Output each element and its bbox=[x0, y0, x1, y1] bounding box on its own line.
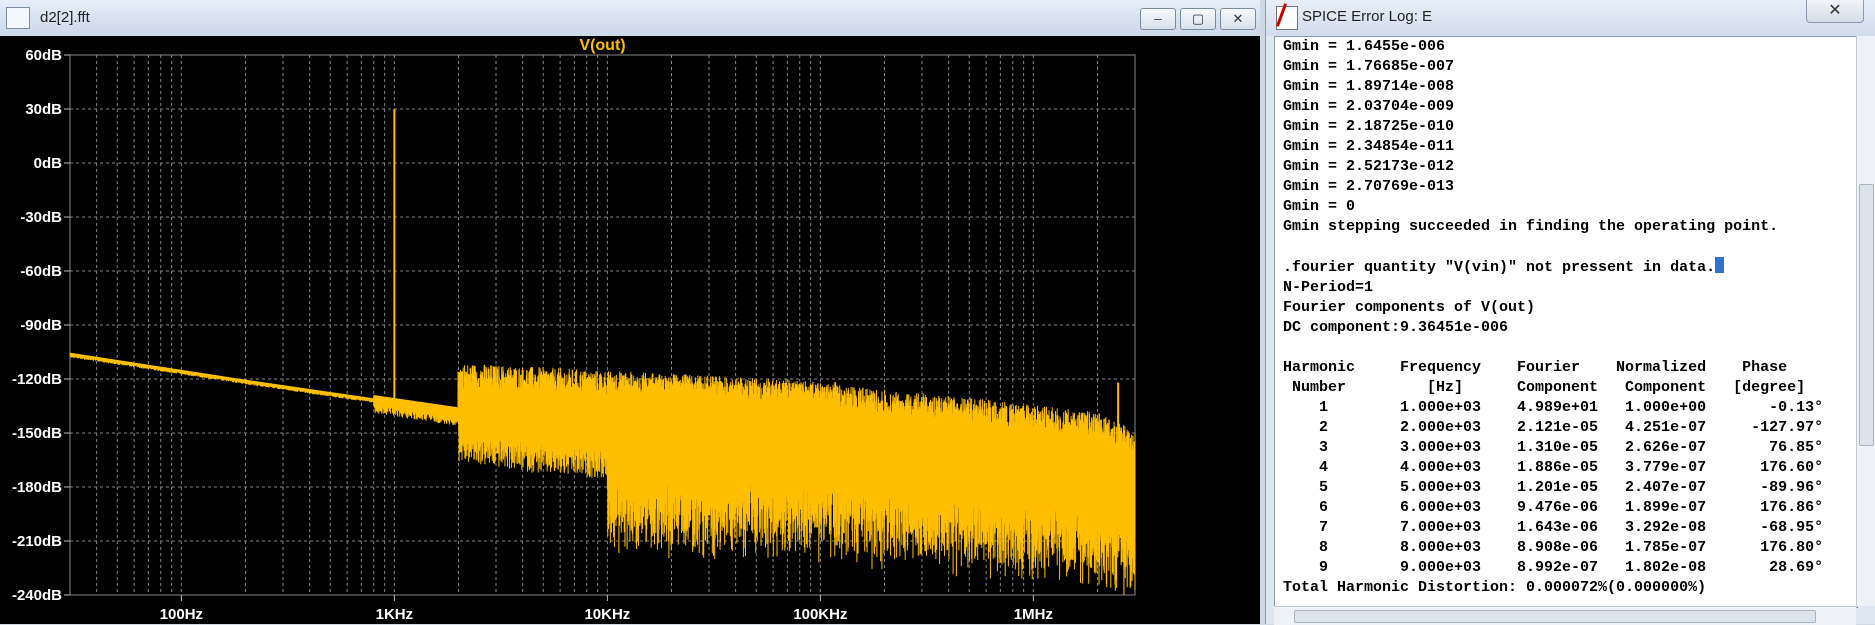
log-line: Fourier components of V(out) bbox=[1283, 299, 1536, 316]
y-tick-label: 0dB bbox=[34, 155, 63, 172]
close-button[interactable]: ✕ bbox=[1220, 8, 1256, 30]
chart-title: V(out) bbox=[579, 37, 625, 54]
log-line: 4 4.000e+03 1.886e-05 3.779e-07 176.60° bbox=[1283, 459, 1824, 476]
restore-button[interactable]: ▢ bbox=[1180, 8, 1216, 30]
log-line: Gmin = 1.76685e-007 bbox=[1283, 58, 1455, 75]
log-line: Gmin = 2.34854e-011 bbox=[1283, 138, 1455, 155]
log-text: Gmin = 1.6455e-006 Gmin = 1.76685e-007 Gmi… bbox=[1283, 37, 1823, 598]
y-tick-label: -90dB bbox=[20, 317, 62, 334]
log-text-area[interactable]: Gmin = 1.6455e-006 Gmin = 1.76685e-007 Gmi… bbox=[1274, 36, 1858, 608]
log-line: 5 5.000e+03 1.201e-05 2.407e-07 -89.96° bbox=[1283, 479, 1824, 496]
log-line: 6 6.000e+03 9.476e-06 1.899e-07 176.86° bbox=[1283, 499, 1824, 516]
log-line: N-Period=1 bbox=[1283, 279, 1374, 296]
y-tick-label: -150dB bbox=[12, 425, 62, 442]
fft-titlebar[interactable]: d2[2].fft – ▢ ✕ bbox=[0, 0, 1260, 37]
y-tick-label: -240dB bbox=[12, 587, 62, 604]
y-tick-label: -60dB bbox=[20, 263, 62, 280]
y-tick-label: -210dB bbox=[12, 533, 62, 550]
series-v-out bbox=[69, 352, 1136, 596]
log-titlebar[interactable]: SPICE Error Log: E ✕ bbox=[1266, 0, 1875, 36]
x-tick-label: 10KHz bbox=[584, 606, 630, 623]
log-line: Gmin = 1.89714e-008 bbox=[1283, 78, 1455, 95]
log-line: 1 1.000e+03 4.989e+01 1.000e+00 -0.13° bbox=[1283, 399, 1824, 416]
log-line: Gmin = 1.6455e-006 bbox=[1283, 38, 1446, 55]
vertical-scroll-thumb[interactable] bbox=[1859, 184, 1874, 446]
vertical-scrollbar[interactable] bbox=[1856, 36, 1875, 606]
spice-error-log-window: SPICE Error Log: E ✕ Gmin = 1.6455e-006 G… bbox=[1265, 0, 1875, 625]
y-tick-label: -180dB bbox=[12, 479, 62, 496]
log-line: 2 2.000e+03 2.121e-05 4.251e-07 -127.97° bbox=[1283, 419, 1824, 436]
log-app-icon bbox=[1276, 6, 1298, 30]
text-cursor bbox=[1715, 257, 1725, 273]
log-line: DC component:9.36451e-006 bbox=[1283, 319, 1509, 336]
log-line: .fourier quantity "V(vin)" not pressent … bbox=[1283, 257, 1823, 278]
fft-window: d2[2].fft – ▢ ✕ 60dB 30dB 0dB -30dB -60dB -90… bbox=[0, 0, 1260, 624]
x-tick-label: 100KHz bbox=[793, 606, 847, 623]
fft-chart[interactable]: 60dB 30dB 0dB -30dB -60dB -90dB -120dB -150dB -1… bbox=[0, 36, 1260, 624]
y-tick-label: -120dB bbox=[12, 371, 62, 388]
x-tick-label: 100Hz bbox=[160, 606, 203, 623]
horizontal-scrollbar[interactable] bbox=[1274, 606, 1856, 625]
log-line: 9 9.000e+03 8.992e-07 1.802e-08 28.69° bbox=[1283, 559, 1824, 576]
horizontal-scroll-thumb[interactable] bbox=[1294, 610, 1816, 623]
log-line: Gmin = 2.70769e-013 bbox=[1283, 178, 1455, 195]
log-window-title: SPICE Error Log: E bbox=[1302, 8, 1433, 25]
fft-window-title: d2[2].fft bbox=[40, 9, 90, 26]
x-tick-label: 1KHz bbox=[376, 606, 414, 623]
minimize-button[interactable]: – bbox=[1140, 8, 1176, 30]
y-tick-label: 30dB bbox=[25, 101, 62, 118]
fft-plot-area[interactable]: 60dB 30dB 0dB -30dB -60dB -90dB -120dB -150dB -1… bbox=[0, 36, 1260, 624]
log-line: Gmin = 2.03704e-009 bbox=[1283, 98, 1455, 115]
log-line: Gmin = 2.18725e-010 bbox=[1283, 118, 1455, 135]
log-close-button[interactable]: ✕ bbox=[1806, 0, 1864, 23]
log-line: Gmin stepping succeeded in finding the o… bbox=[1283, 218, 1779, 235]
waveform-app-icon bbox=[6, 7, 30, 29]
log-line: Number [Hz] Component Component [degree] bbox=[1283, 379, 1806, 396]
y-tick-label: -30dB bbox=[20, 209, 62, 226]
log-line: Harmonic Frequency Fourier Normalized Ph… bbox=[1283, 359, 1788, 376]
log-line: Gmin = 0 bbox=[1283, 198, 1356, 215]
log-line: 7 7.000e+03 1.643e-06 3.292e-08 -68.95° bbox=[1283, 519, 1824, 536]
x-tick-label: 1MHz bbox=[1014, 606, 1053, 623]
log-line: Gmin = 2.52173e-012 bbox=[1283, 158, 1455, 175]
log-line: 3 3.000e+03 1.310e-05 2.626e-07 76.85° bbox=[1283, 439, 1824, 456]
log-line: 8 8.000e+03 8.908e-06 1.785e-07 176.80° bbox=[1283, 539, 1824, 556]
log-line: Total Harmonic Distortion: 0.000072%(0.0… bbox=[1283, 579, 1707, 596]
y-tick-label: 60dB bbox=[25, 47, 62, 64]
